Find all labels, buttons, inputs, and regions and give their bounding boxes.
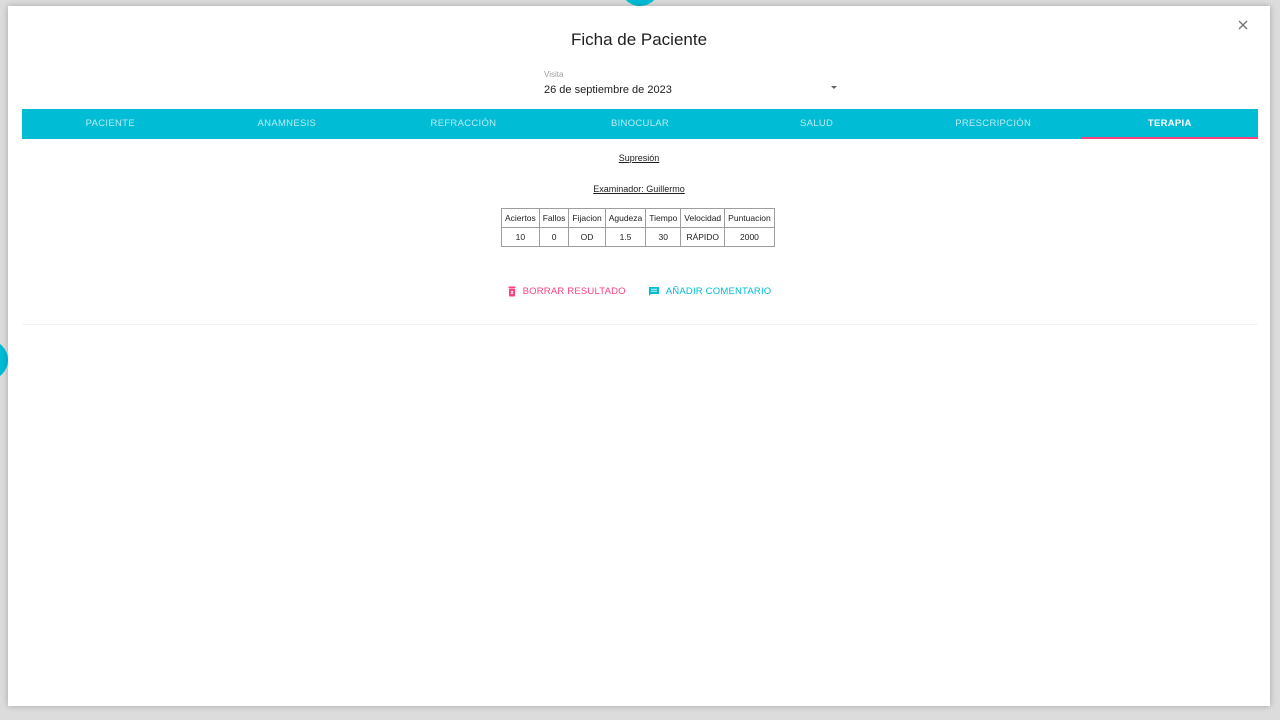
close-icon: [1238, 20, 1248, 30]
visit-select[interactable]: Visita 26 de septiembre de 2023: [544, 68, 837, 100]
column-header: Puntuacion: [724, 208, 775, 228]
tab-prescripcion[interactable]: PRESCRIPCIÓN: [905, 109, 1082, 139]
column-header: Tiempo: [645, 208, 682, 228]
trash-icon: [508, 286, 516, 297]
visit-value: 26 de septiembre de 2023: [544, 84, 672, 96]
column-header: Velocidad: [680, 208, 726, 228]
patient-record-modal: Ficha de Paciente Visita 26 de septiembr…: [8, 6, 1270, 706]
column-header: Fijacion: [568, 208, 606, 228]
divider: [22, 324, 1258, 325]
table-cell: 2000: [724, 227, 775, 247]
action-bar: BORRAR RESULTADO AÑADIR COMENTARIO: [8, 286, 1270, 297]
dropdown-arrow-icon: [831, 86, 837, 89]
tab-terapia[interactable]: TERAPIA: [1081, 109, 1258, 139]
visit-label: Visita: [544, 70, 564, 79]
delete-result-label: BORRAR RESULTADO: [522, 286, 626, 297]
add-comment-label: AÑADIR COMENTARIO: [665, 286, 772, 297]
tab-bar: PACIENTE ANAMNESIS REFRACCIÓN BINOCULAR …: [22, 109, 1258, 139]
column-header: Fallos: [538, 208, 570, 228]
close-button[interactable]: [1234, 16, 1252, 34]
tab-salud[interactable]: SALUD: [728, 109, 905, 139]
tab-anamnesis[interactable]: ANAMNESIS: [199, 109, 376, 139]
add-comment-button[interactable]: AÑADIR COMENTARIO: [648, 286, 772, 297]
modal-title: Ficha de Paciente: [570, 30, 708, 49]
tab-refraccion[interactable]: REFRACCIÓN: [375, 109, 552, 139]
table-cell: RÁPIDO: [680, 227, 726, 247]
examiner-label: Examinador: Guillermo: [593, 184, 685, 194]
table-cell: OD: [568, 227, 606, 247]
column-header: Agudeza: [604, 208, 647, 228]
table-cell: 10: [501, 227, 540, 247]
comment-icon: [648, 287, 659, 296]
delete-result-button[interactable]: BORRAR RESULTADO: [507, 286, 626, 297]
table-cell: 30: [645, 227, 682, 247]
column-header: Aciertos: [501, 208, 540, 228]
table-header-row: Aciertos Fallos Fijacion Agudeza Tiempo …: [501, 208, 775, 228]
table-cell: 1.5: [604, 227, 647, 247]
tab-binocular[interactable]: BINOCULAR: [552, 109, 729, 139]
table-cell: 0: [538, 227, 570, 247]
tab-paciente[interactable]: PACIENTE: [22, 109, 199, 139]
results-table: Aciertos Fallos Fijacion Agudeza Tiempo …: [501, 208, 775, 247]
table-row: 10 0 OD 1.5 30 RÁPIDO 2000: [501, 227, 775, 247]
section-title: Supresión: [618, 153, 660, 163]
